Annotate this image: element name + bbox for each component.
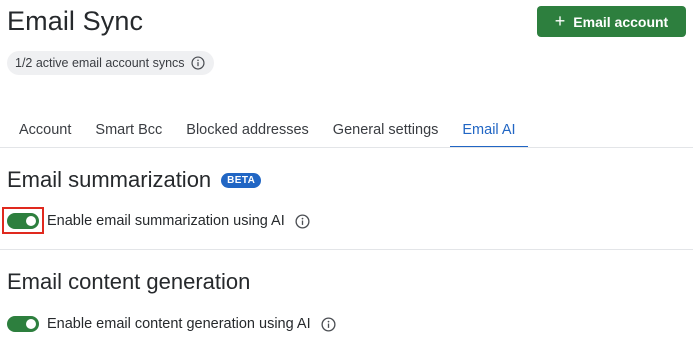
tab-smart-bcc[interactable]: Smart Bcc bbox=[83, 111, 174, 148]
page-title: Email Sync bbox=[7, 6, 144, 36]
tab-label: General settings bbox=[332, 121, 439, 138]
plus-icon: + bbox=[554, 10, 566, 31]
toggle-knob bbox=[26, 319, 36, 329]
tab-account[interactable]: Account bbox=[7, 111, 83, 148]
section-title-generation: Email content generation bbox=[7, 269, 250, 295]
generation-toggle[interactable] bbox=[7, 316, 39, 332]
highlight-box bbox=[2, 207, 44, 234]
tab-label: Blocked addresses bbox=[186, 121, 309, 138]
info-icon[interactable] bbox=[295, 213, 310, 229]
tab-blocked-addresses[interactable]: Blocked addresses bbox=[174, 111, 321, 148]
settings-tabs: Account Smart Bcc Blocked addresses Gene… bbox=[7, 111, 528, 148]
tab-label: Smart Bcc bbox=[95, 121, 163, 138]
generation-toggle-row: Enable email content generation using AI bbox=[7, 316, 336, 332]
status-badge-text: 1/2 active email account syncs bbox=[15, 56, 185, 70]
tab-general-settings[interactable]: General settings bbox=[321, 111, 451, 148]
tab-divider bbox=[0, 147, 693, 148]
section-title-text: Email content generation bbox=[7, 269, 251, 294]
generation-toggle-label: Enable email content generation using AI bbox=[47, 316, 311, 332]
tab-label: Email AI bbox=[462, 121, 516, 138]
add-email-account-button[interactable]: + Email account bbox=[537, 6, 686, 37]
add-email-account-label: Email account bbox=[573, 13, 669, 30]
tab-email-ai[interactable]: Email AI bbox=[450, 111, 528, 148]
info-icon[interactable] bbox=[321, 316, 336, 332]
summarization-toggle-row: Enable email summarization using AI bbox=[7, 213, 310, 229]
section-title-summarization: Email summarization BETA bbox=[7, 167, 262, 193]
beta-badge: BETA bbox=[221, 172, 262, 188]
tab-label: Account bbox=[19, 121, 72, 138]
section-title-text: Email summarization bbox=[7, 167, 212, 192]
section-divider bbox=[0, 249, 693, 250]
summarization-toggle-label: Enable email summarization using AI bbox=[47, 213, 285, 229]
info-icon[interactable] bbox=[190, 56, 205, 70]
status-badge: 1/2 active email account syncs bbox=[7, 51, 214, 75]
